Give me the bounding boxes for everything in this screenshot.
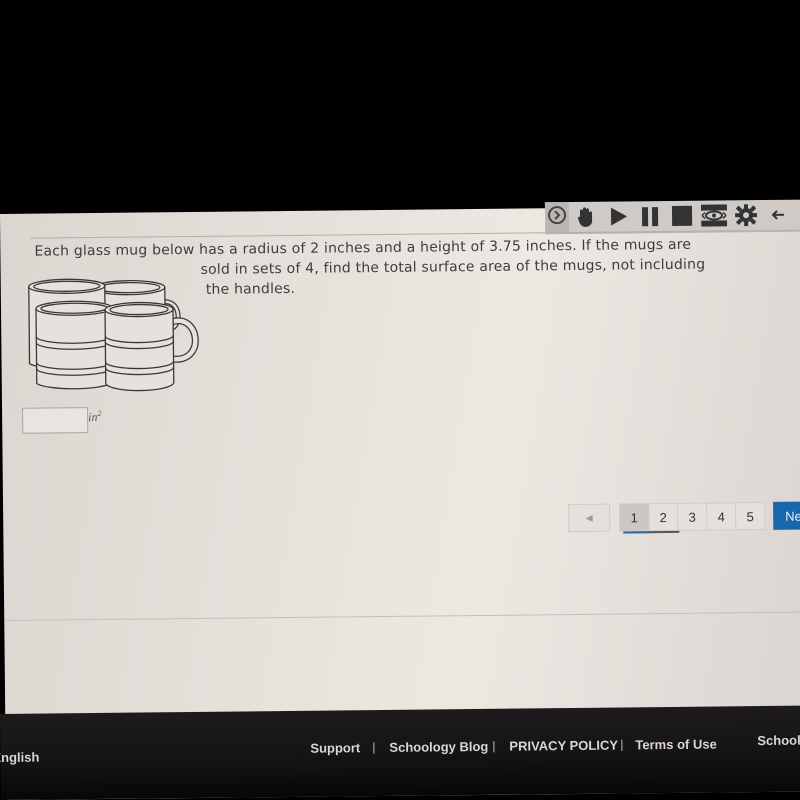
arrow-left-icon [770, 207, 786, 223]
question-text-line-2: sold in sets of 4, find the total surfac… [200, 256, 706, 278]
mugs-illustration [21, 277, 212, 404]
language-selector[interactable]: English [0, 750, 39, 765]
back-button[interactable] [763, 202, 793, 228]
pause-button[interactable] [635, 203, 665, 229]
hand-icon [576, 206, 596, 228]
pagination: ◀ 1 2 3 4 5 Next [568, 501, 800, 533]
footer-separator: | [372, 740, 376, 755]
footer-link-privacy[interactable]: PRIVACY POLICY [509, 738, 618, 754]
chevron-right-circle-icon [547, 205, 567, 230]
footer-link-terms[interactable]: Terms of Use [635, 736, 717, 752]
screen-mask-button[interactable] [699, 202, 729, 228]
answer-input[interactable] [22, 407, 89, 434]
footer: English Support | Schoology Blog | PRIVA… [0, 705, 800, 800]
content-divider [4, 611, 800, 621]
page-button-2[interactable]: 2 [648, 502, 679, 532]
footer-link-blog[interactable]: Schoology Blog [389, 739, 488, 755]
hand-button[interactable] [571, 204, 601, 230]
stop-icon [671, 205, 693, 227]
footer-brand: Schoology [757, 732, 800, 749]
question-text-line-3: the handles. [205, 280, 296, 298]
unit-exponent: 2 [97, 408, 102, 418]
page-button-1[interactable]: 1 [619, 503, 650, 532]
page-button-4[interactable]: 4 [706, 502, 737, 531]
eye-mask-icon [700, 204, 728, 227]
next-button[interactable]: Next [773, 501, 800, 530]
page-button-5[interactable]: 5 [735, 502, 766, 531]
footer-link-support[interactable]: Support [310, 740, 360, 756]
footer-separator: | [492, 738, 496, 753]
gear-icon [735, 204, 758, 227]
question-text-line-1: Each glass mug below has a radius of 2 i… [34, 236, 692, 260]
settings-button[interactable] [731, 202, 761, 228]
play-button[interactable] [603, 203, 633, 229]
play-icon [608, 205, 628, 227]
toolbar-toggle[interactable] [544, 202, 570, 233]
tts-toolbar [544, 199, 800, 235]
pause-icon [640, 205, 660, 227]
footer-separator: | [620, 737, 624, 752]
page-button-3[interactable]: 3 [677, 502, 708, 531]
stop-button[interactable] [667, 203, 697, 229]
unit-label: in2 [88, 409, 102, 425]
current-page-indicator [623, 530, 680, 534]
previous-page-button[interactable]: ◀ [568, 503, 611, 533]
